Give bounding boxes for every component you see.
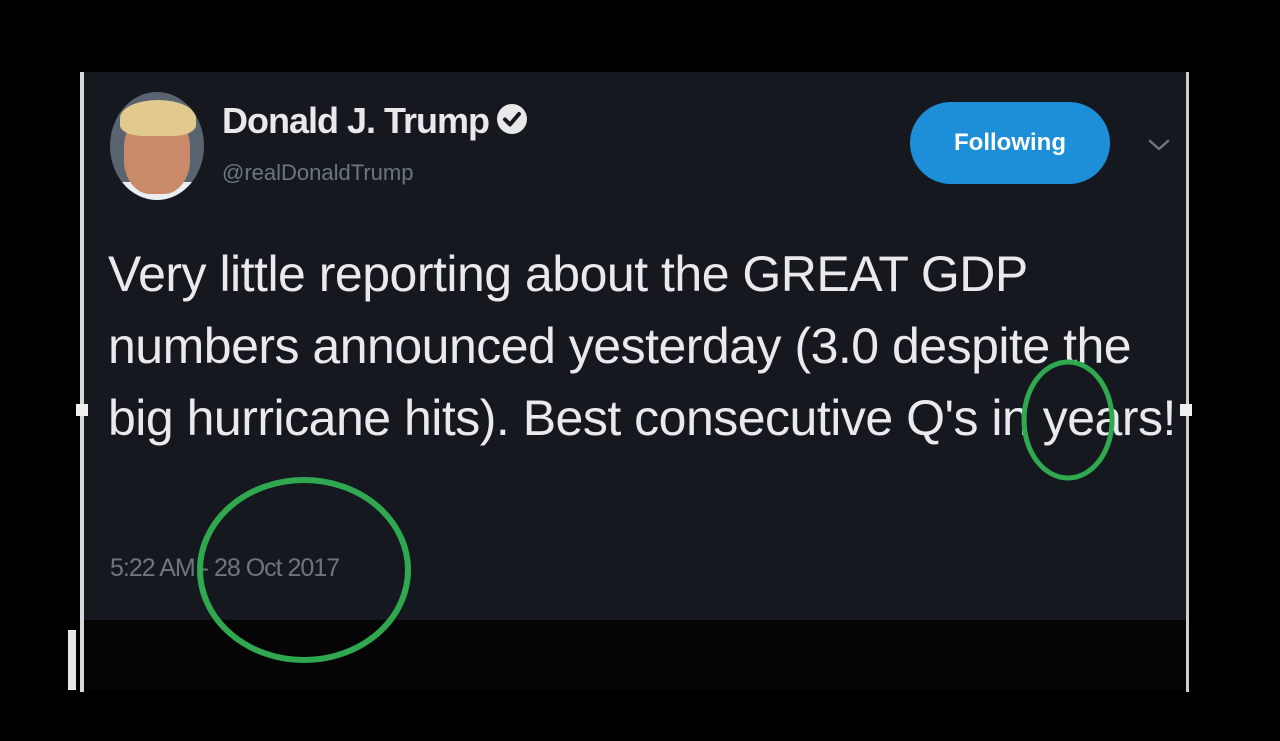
annotation-circle-qs [1021,359,1115,481]
annotation-circle-date [197,477,411,663]
annotation-layer [197,359,1115,663]
screenshot-frame: Donald J. Trump @realDonaldTrump Followi… [0,0,1280,741]
